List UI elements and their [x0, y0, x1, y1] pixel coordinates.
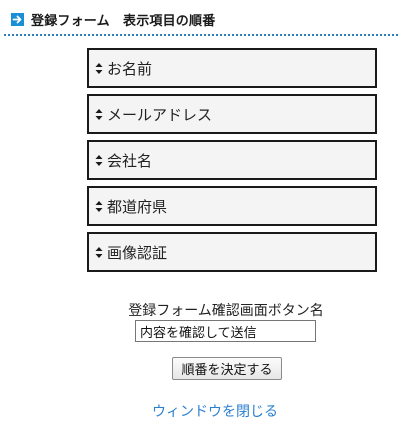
sortable-item-prefecture[interactable]: 都道府県 [87, 186, 377, 226]
sortable-item-email[interactable]: メールアドレス [87, 94, 377, 134]
sort-handle-icon [94, 62, 103, 74]
decide-order-button[interactable]: 順番を決定する [172, 357, 282, 380]
sortable-item-label: 画像認証 [107, 243, 168, 262]
arrow-right-icon [11, 12, 24, 26]
sort-handle-icon [94, 108, 103, 120]
sortable-field-list: お名前 メールアドレス 会社名 都道府県 画像認証 [87, 48, 377, 278]
sortable-item-label: メールアドレス [107, 105, 213, 124]
sort-order-window: 登録フォーム 表示項目の順番 お名前 メールアドレス 会社名 都道府県 画像認証… [0, 0, 399, 429]
sort-handle-icon [94, 200, 103, 212]
sortable-item-company[interactable]: 会社名 [87, 140, 377, 180]
header-divider [4, 34, 398, 36]
page-header: 登録フォーム 表示項目の順番 [11, 9, 215, 29]
sort-handle-icon [94, 154, 103, 166]
confirm-button-name-input[interactable] [135, 320, 316, 342]
sortable-item-label: 会社名 [107, 151, 153, 170]
close-window-link[interactable]: ウィンドウを閉じる [0, 401, 399, 421]
sortable-item-name[interactable]: お名前 [87, 48, 377, 88]
sortable-item-label: お名前 [107, 59, 153, 78]
sort-handle-icon [94, 246, 103, 258]
sortable-item-captcha[interactable]: 画像認証 [87, 232, 377, 272]
page-title: 登録フォーム 表示項目の順番 [31, 13, 216, 29]
confirm-button-name-label: 登録フォーム確認画面ボタン名 [128, 303, 324, 319]
sortable-item-label: 都道府県 [107, 197, 168, 216]
